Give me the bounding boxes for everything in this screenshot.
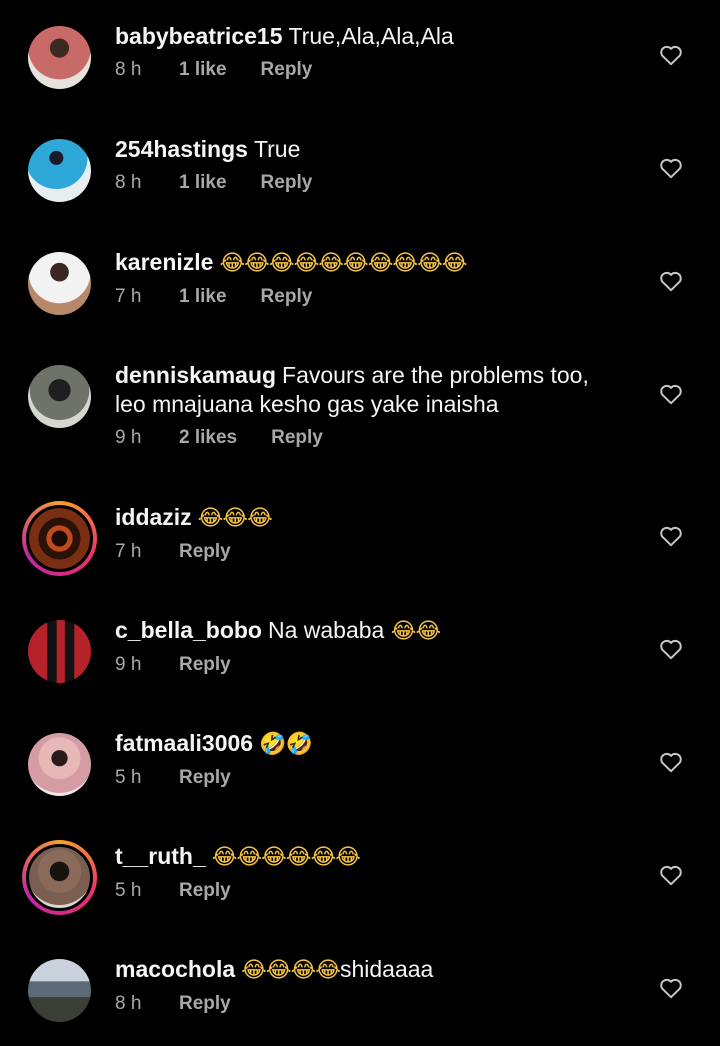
timestamp: 7 h [115, 286, 142, 307]
comment-item: denniskamaug Favours are the problems too… [0, 361, 720, 471]
comment-text: shidaaaa [339, 956, 434, 982]
heart-outline-icon[interactable] [658, 268, 684, 294]
avatar[interactable] [28, 139, 91, 202]
comment-emoji: 😂😂😂😂😂😂😂😂😂😂 [219, 251, 467, 276]
comment-item: iddaziz 😂😂😂 7 h Reply [0, 501, 720, 593]
comment-item: karenizle 😂😂😂😂😂😂😂😂😂😂 7 h 1 like Reply [0, 248, 720, 338]
heart-outline-icon[interactable] [658, 749, 684, 775]
likes-count[interactable]: 1 like [179, 286, 227, 308]
heart-outline-icon[interactable] [658, 381, 684, 407]
avatar[interactable] [28, 959, 91, 1022]
heart-outline-icon[interactable] [658, 862, 684, 888]
reply-button[interactable]: Reply [271, 427, 323, 449]
username[interactable]: 254hastings [115, 136, 248, 162]
timestamp: 7 h [115, 541, 142, 562]
heart-outline-icon[interactable] [658, 523, 684, 549]
comment-text-continued: leo mnajuana kesho gas yake inaisha [115, 391, 499, 417]
avatar[interactable] [28, 733, 91, 796]
likes-count[interactable]: 1 like [179, 59, 227, 81]
username[interactable]: iddaziz [115, 504, 192, 530]
username[interactable]: karenizle [115, 249, 213, 275]
timestamp: 8 h [115, 172, 142, 193]
comments-list: babybeatrice15 True,Ala,Ala,Ala 8 h 1 like… [0, 0, 720, 1046]
avatar[interactable] [22, 840, 97, 915]
comment-item: t__ruth_ 😂😂😂😂😂😂 5 h Reply [0, 840, 720, 932]
heart-outline-icon[interactable] [658, 155, 684, 181]
comment-text: Na wababa [267, 617, 385, 643]
timestamp: 9 h [115, 427, 142, 448]
timestamp: 8 h [115, 59, 142, 80]
comment-item: 254hastings True 8 h 1 like Reply [0, 135, 720, 225]
reply-button[interactable]: Reply [179, 654, 231, 676]
timestamp: 9 h [115, 654, 142, 675]
heart-outline-icon[interactable] [658, 975, 684, 1001]
reply-button[interactable]: Reply [261, 59, 313, 81]
comment-item: babybeatrice15 True,Ala,Ala,Ala 8 h 1 like… [0, 22, 720, 112]
comment-emoji: 😂😂😂😂😂😂 [211, 845, 361, 870]
heart-outline-icon[interactable] [658, 42, 684, 68]
reply-button[interactable]: Reply [261, 172, 313, 194]
comment-emoji: 😂😂😂😂 [241, 958, 341, 983]
heart-outline-icon[interactable] [658, 636, 684, 662]
comment-text: True,Ala,Ala,Ala [288, 23, 454, 49]
username[interactable]: t__ruth_ [115, 843, 206, 869]
reply-button[interactable]: Reply [179, 767, 231, 789]
reply-button[interactable]: Reply [179, 880, 231, 902]
likes-count[interactable]: 1 like [179, 172, 227, 194]
comment-text: True [253, 136, 301, 162]
likes-count[interactable]: 2 likes [179, 427, 237, 449]
username[interactable]: c_bella_bobo [115, 617, 262, 643]
comment-item: macochola 😂😂😂😂shidaaaa 8 h Reply [0, 955, 720, 1045]
username[interactable]: fatmaali3006 [115, 730, 253, 756]
avatar[interactable] [28, 365, 91, 428]
comment-emoji: 😂😂😂 [197, 506, 273, 531]
timestamp: 5 h [115, 880, 142, 901]
reply-button[interactable]: Reply [179, 993, 231, 1015]
avatar[interactable] [28, 252, 91, 315]
comment-emoji: 🤣🤣 [259, 732, 313, 757]
comment-item: c_bella_bobo Na wababa 😂😂 9 h Reply [0, 616, 720, 706]
comment-text: Favours are the problems too, [282, 362, 589, 388]
reply-button[interactable]: Reply [261, 286, 313, 308]
avatar[interactable] [22, 501, 97, 576]
timestamp: 5 h [115, 767, 142, 788]
comment-emoji: 😂😂 [390, 619, 441, 644]
comment-item: fatmaali3006 🤣🤣 5 h Reply [0, 729, 720, 819]
timestamp: 8 h [115, 993, 142, 1014]
username[interactable]: denniskamaug [115, 362, 276, 388]
username[interactable]: macochola [115, 956, 235, 982]
username[interactable]: babybeatrice15 [115, 23, 282, 49]
reply-button[interactable]: Reply [179, 541, 231, 563]
avatar[interactable] [28, 620, 91, 683]
avatar[interactable] [28, 26, 91, 89]
